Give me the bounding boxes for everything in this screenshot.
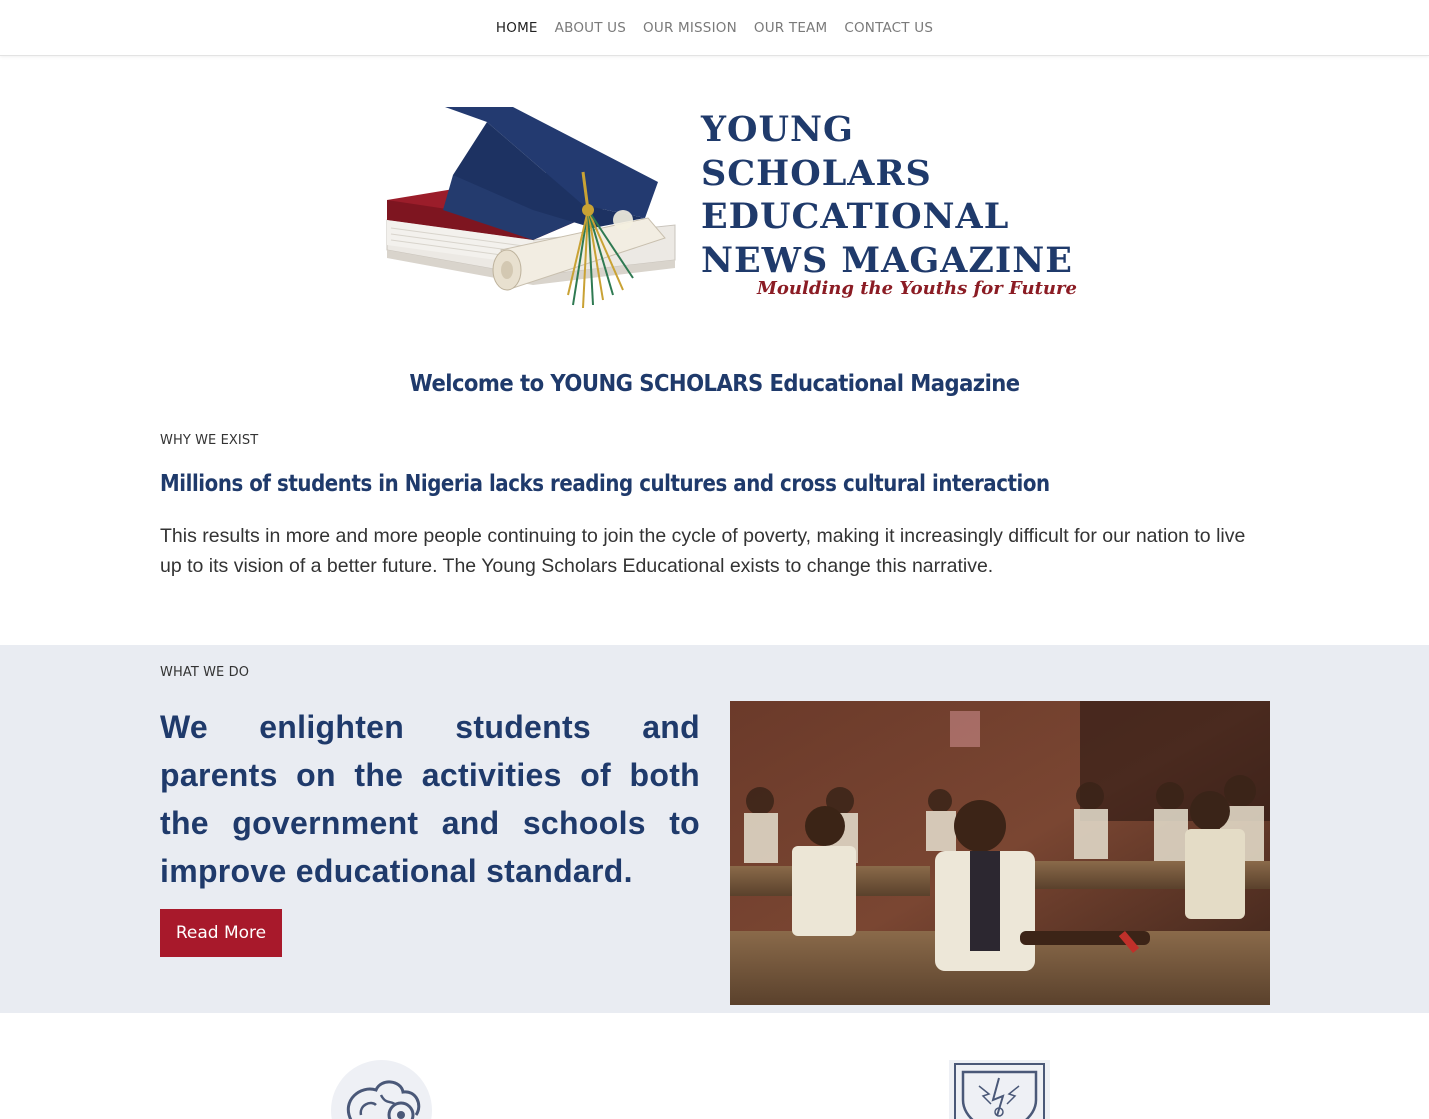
- nav-about-us[interactable]: ABOUT US: [555, 20, 626, 36]
- read-more-button[interactable]: Read More: [160, 909, 282, 957]
- nav-home[interactable]: HOME: [496, 20, 538, 36]
- top-navigation: HOME ABOUT US OUR MISSION OUR TEAM CONTA…: [0, 0, 1429, 56]
- why-body: This results in more and more people con…: [160, 525, 1246, 577]
- why-heading: Millions of students in Nigeria lacks re…: [160, 471, 1050, 497]
- brain-gear-icon: [331, 1060, 432, 1119]
- welcome-title: Welcome to YOUNG SCHOLARS Educational Ma…: [409, 371, 1020, 397]
- why-eyebrow: WHY WE EXIST: [160, 433, 259, 448]
- logo-tagline: Moulding the Youths for Future: [757, 278, 1077, 299]
- nav-our-team[interactable]: OUR TEAM: [754, 20, 827, 36]
- what-eyebrow: WHAT WE DO: [160, 665, 250, 680]
- nav-contact-us[interactable]: CONTACT US: [844, 20, 933, 36]
- shield-badge-icon: [949, 1060, 1050, 1119]
- logo-line: SCHOLARS: [701, 152, 932, 194]
- what-title: We enlighten students and parents on the…: [160, 709, 700, 889]
- logo-wordmark: YOUNG SCHOLARS EDUCATIONAL NEWS MAGAZINE: [701, 108, 1073, 282]
- logo-line: EDUCATIONAL: [701, 196, 1010, 237]
- classroom-photo: [730, 701, 1270, 1005]
- site-logo[interactable]: YOUNG SCHOLARS EDUCATIONAL NEWS MAGAZINE…: [383, 100, 1077, 315]
- graduation-cap-books-icon: [386, 107, 676, 309]
- nav-our-mission[interactable]: OUR MISSION: [643, 20, 737, 36]
- logo-line: YOUNG: [701, 109, 854, 150]
- logo-line: NEWS MAGAZINE: [701, 239, 1073, 281]
